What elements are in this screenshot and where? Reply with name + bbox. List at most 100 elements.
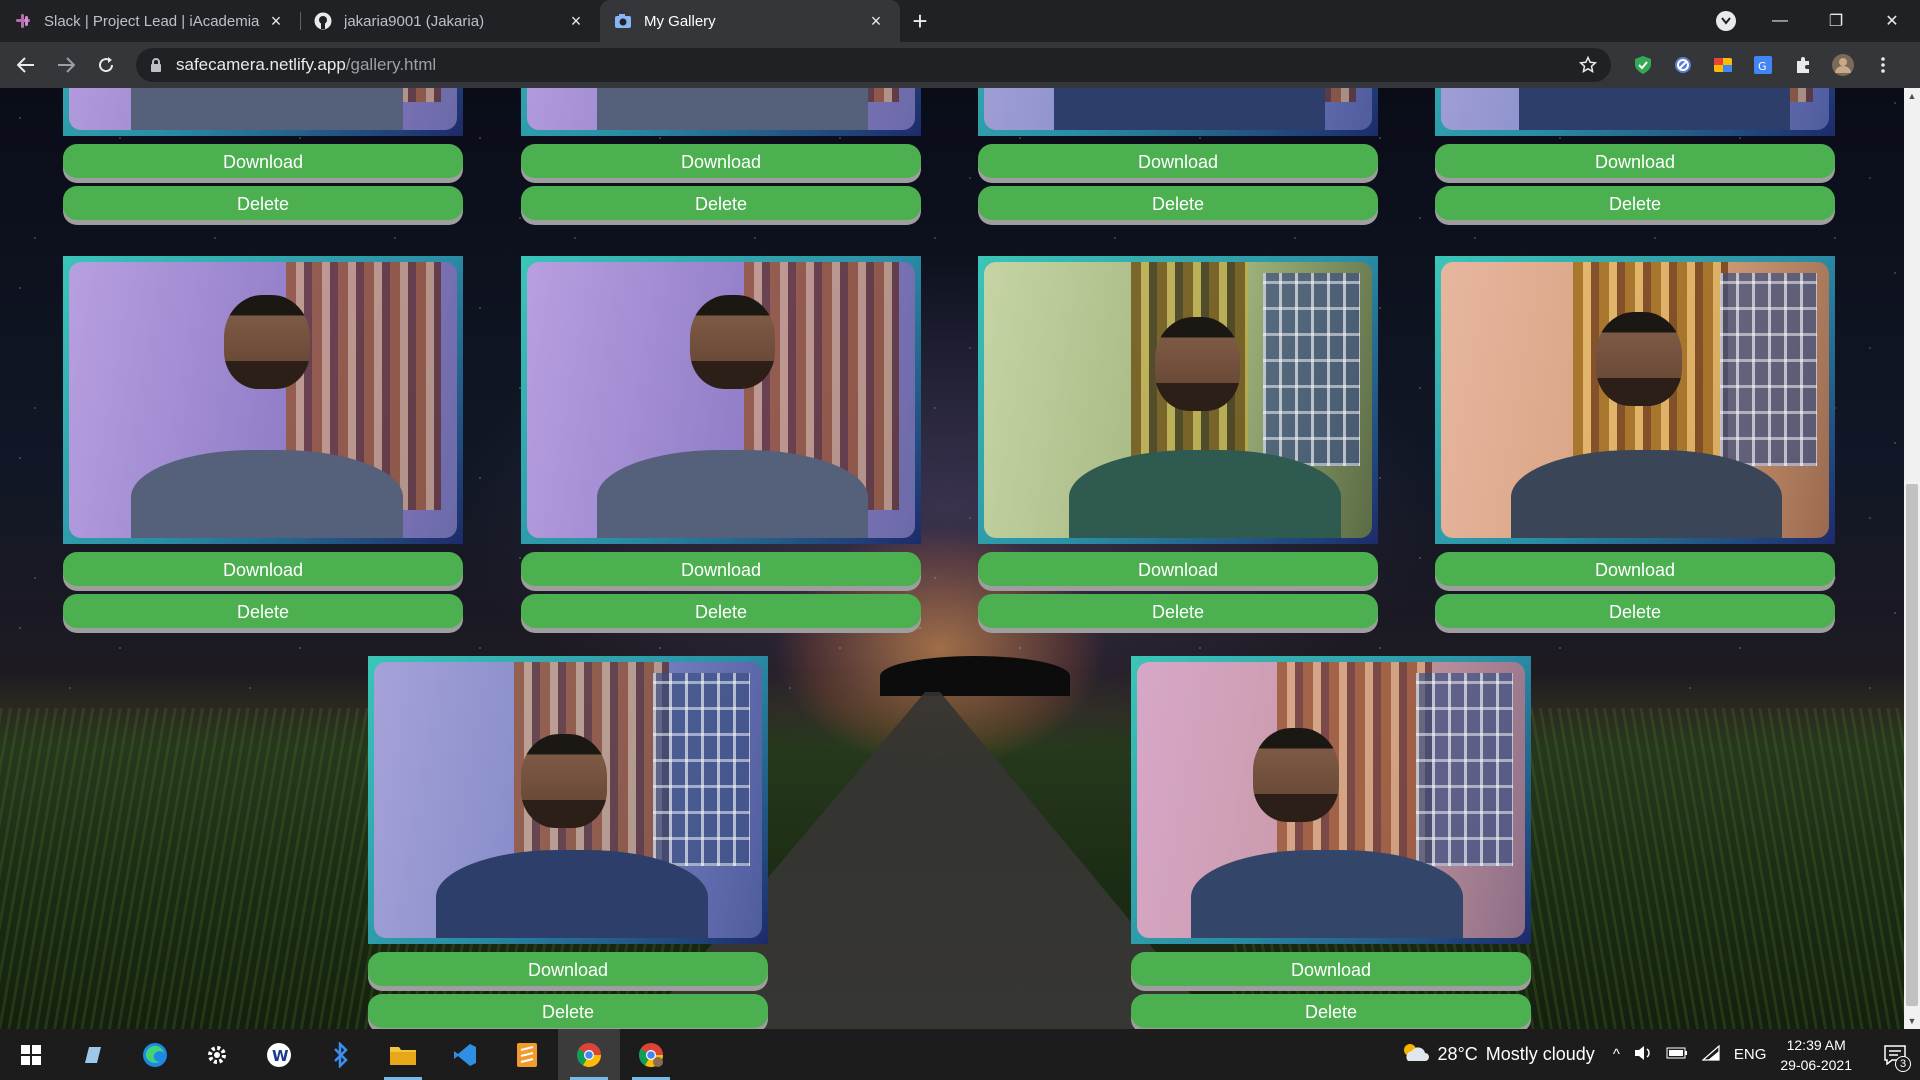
more-menu-icon[interactable] xyxy=(1863,47,1903,83)
tray-icons: ^ ENG xyxy=(1613,1044,1767,1065)
url-host: safecamera.netlify.app xyxy=(176,55,346,74)
close-window-icon[interactable]: ✕ xyxy=(1864,0,1920,42)
captured-photo[interactable] xyxy=(527,262,915,538)
photo-card: Download Delete xyxy=(1435,88,1835,220)
delete-button[interactable]: Delete xyxy=(978,594,1378,628)
tab-github[interactable]: jakaria9001 (Jakaria) × xyxy=(300,0,600,42)
photo-card: Download Delete xyxy=(1435,256,1835,628)
tab-title: jakaria9001 (Jakaria) xyxy=(344,12,485,30)
back-arrow-icon[interactable] xyxy=(6,47,46,83)
minimize-icon[interactable]: — xyxy=(1752,0,1808,42)
new-tab-button[interactable]: + xyxy=(900,0,940,42)
download-button[interactable]: Download xyxy=(63,552,463,586)
restore-icon[interactable]: ❐ xyxy=(1808,0,1864,42)
captured-photo[interactable] xyxy=(1441,88,1829,130)
download-button[interactable]: Download xyxy=(978,144,1378,178)
windows-start-icon[interactable] xyxy=(0,1029,62,1080)
weather-widget[interactable]: 28°C Mostly cloudy xyxy=(1400,1041,1595,1068)
slack-icon xyxy=(14,12,32,30)
vscode-icon[interactable] xyxy=(434,1029,496,1080)
horizon-trees xyxy=(880,656,1070,696)
settings-gear-icon[interactable] xyxy=(186,1029,248,1080)
close-tab-icon[interactable]: × xyxy=(566,11,586,31)
captured-photo[interactable] xyxy=(984,262,1372,538)
chevron-up-icon[interactable]: ^ xyxy=(1613,1046,1620,1063)
scroll-thumb[interactable] xyxy=(1906,484,1918,1006)
forward-arrow-icon[interactable] xyxy=(46,47,86,83)
block-extension-icon[interactable] xyxy=(1663,47,1703,83)
shield-extension-icon[interactable] xyxy=(1623,47,1663,83)
captured-photo[interactable] xyxy=(69,262,457,538)
captured-photo[interactable] xyxy=(69,88,457,130)
delete-button[interactable]: Delete xyxy=(1131,994,1531,1028)
delete-button[interactable]: Delete xyxy=(63,594,463,628)
clock-date: 29-06-2021 xyxy=(1780,1056,1852,1073)
delete-button[interactable]: Delete xyxy=(1435,186,1835,220)
close-tab-icon[interactable]: × xyxy=(266,11,286,31)
download-button[interactable]: Download xyxy=(1435,552,1835,586)
scroll-down-arrow-icon[interactable]: ▼ xyxy=(1904,1013,1920,1029)
chrome-taskbar-icon[interactable] xyxy=(558,1029,620,1080)
address-bar[interactable]: safecamera.netlify.app/gallery.html xyxy=(136,48,1611,82)
scroll-up-arrow-icon[interactable]: ▲ xyxy=(1904,88,1920,104)
photo-frame xyxy=(63,88,463,136)
language-indicator[interactable]: ENG xyxy=(1734,1046,1767,1063)
photo-card: Download Delete xyxy=(521,256,921,628)
download-button[interactable]: Download xyxy=(368,952,768,986)
captured-photo[interactable] xyxy=(527,88,915,130)
delete-button[interactable]: Delete xyxy=(521,594,921,628)
sublime-text-icon[interactable] xyxy=(496,1029,558,1080)
photo-frame xyxy=(521,88,921,136)
captured-photo[interactable] xyxy=(374,662,762,938)
system-tray: 28°C Mostly cloudy ^ ENG 12:39 AM 29-06-… xyxy=(1400,1029,1920,1080)
volume-icon[interactable] xyxy=(1634,1045,1652,1065)
color-extension-icon[interactable] xyxy=(1703,47,1743,83)
lock-icon[interactable] xyxy=(150,58,162,72)
delete-button[interactable]: Delete xyxy=(1435,594,1835,628)
tab-my-gallery[interactable]: My Gallery × xyxy=(600,0,900,42)
window-controls: — ❐ ✕ xyxy=(1752,0,1920,42)
action-center-icon[interactable]: 3 xyxy=(1870,1029,1920,1080)
download-button[interactable]: Download xyxy=(1131,952,1531,986)
file-explorer-icon[interactable] xyxy=(372,1029,434,1080)
github-icon xyxy=(314,12,332,30)
extensions-area: G xyxy=(1623,47,1903,83)
edge-browser-icon[interactable] xyxy=(124,1029,186,1080)
url-path: /gallery.html xyxy=(345,55,437,74)
captured-photo[interactable] xyxy=(1137,662,1525,938)
reload-icon[interactable] xyxy=(86,47,126,83)
profile-avatar-icon[interactable] xyxy=(1823,47,1863,83)
captured-photo[interactable] xyxy=(1441,262,1829,538)
bookmark-star-icon[interactable] xyxy=(1579,56,1597,74)
close-tab-icon[interactable]: × xyxy=(866,11,886,31)
photo-card: Download Delete xyxy=(978,88,1378,220)
cloudy-weather-icon xyxy=(1400,1041,1430,1068)
translate-extension-icon[interactable]: G xyxy=(1743,47,1783,83)
pen-workspace-icon[interactable] xyxy=(62,1029,124,1080)
download-button[interactable]: Download xyxy=(521,144,921,178)
wifi-icon[interactable] xyxy=(1701,1044,1720,1065)
photo-frame xyxy=(1131,656,1531,944)
bluetooth-icon[interactable] xyxy=(310,1029,372,1080)
battery-icon[interactable] xyxy=(1666,1046,1688,1063)
download-button[interactable]: Download xyxy=(63,144,463,178)
extensions-puzzle-icon[interactable] xyxy=(1783,47,1823,83)
download-button[interactable]: Download xyxy=(1435,144,1835,178)
photo-card: Download Delete xyxy=(1131,656,1531,1028)
photo-frame xyxy=(368,656,768,944)
tab-search-icon[interactable] xyxy=(1716,11,1736,31)
photo-frame xyxy=(1435,88,1835,136)
download-button[interactable]: Download xyxy=(521,552,921,586)
delete-button[interactable]: Delete xyxy=(978,186,1378,220)
chrome-profile-taskbar-icon[interactable] xyxy=(620,1029,682,1080)
delete-button[interactable]: Delete xyxy=(368,994,768,1028)
delete-button[interactable]: Delete xyxy=(63,186,463,220)
clock[interactable]: 12:39 AM 29-06-2021 xyxy=(1780,1035,1852,1075)
word-app-icon[interactable]: W xyxy=(248,1029,310,1080)
page-scrollbar[interactable]: ▲ ▼ xyxy=(1904,88,1920,1029)
notification-count: 3 xyxy=(1895,1056,1911,1072)
download-button[interactable]: Download xyxy=(978,552,1378,586)
tab-slack[interactable]: Slack | Project Lead | iAcademia × xyxy=(0,0,300,42)
delete-button[interactable]: Delete xyxy=(521,186,921,220)
captured-photo[interactable] xyxy=(984,88,1372,130)
